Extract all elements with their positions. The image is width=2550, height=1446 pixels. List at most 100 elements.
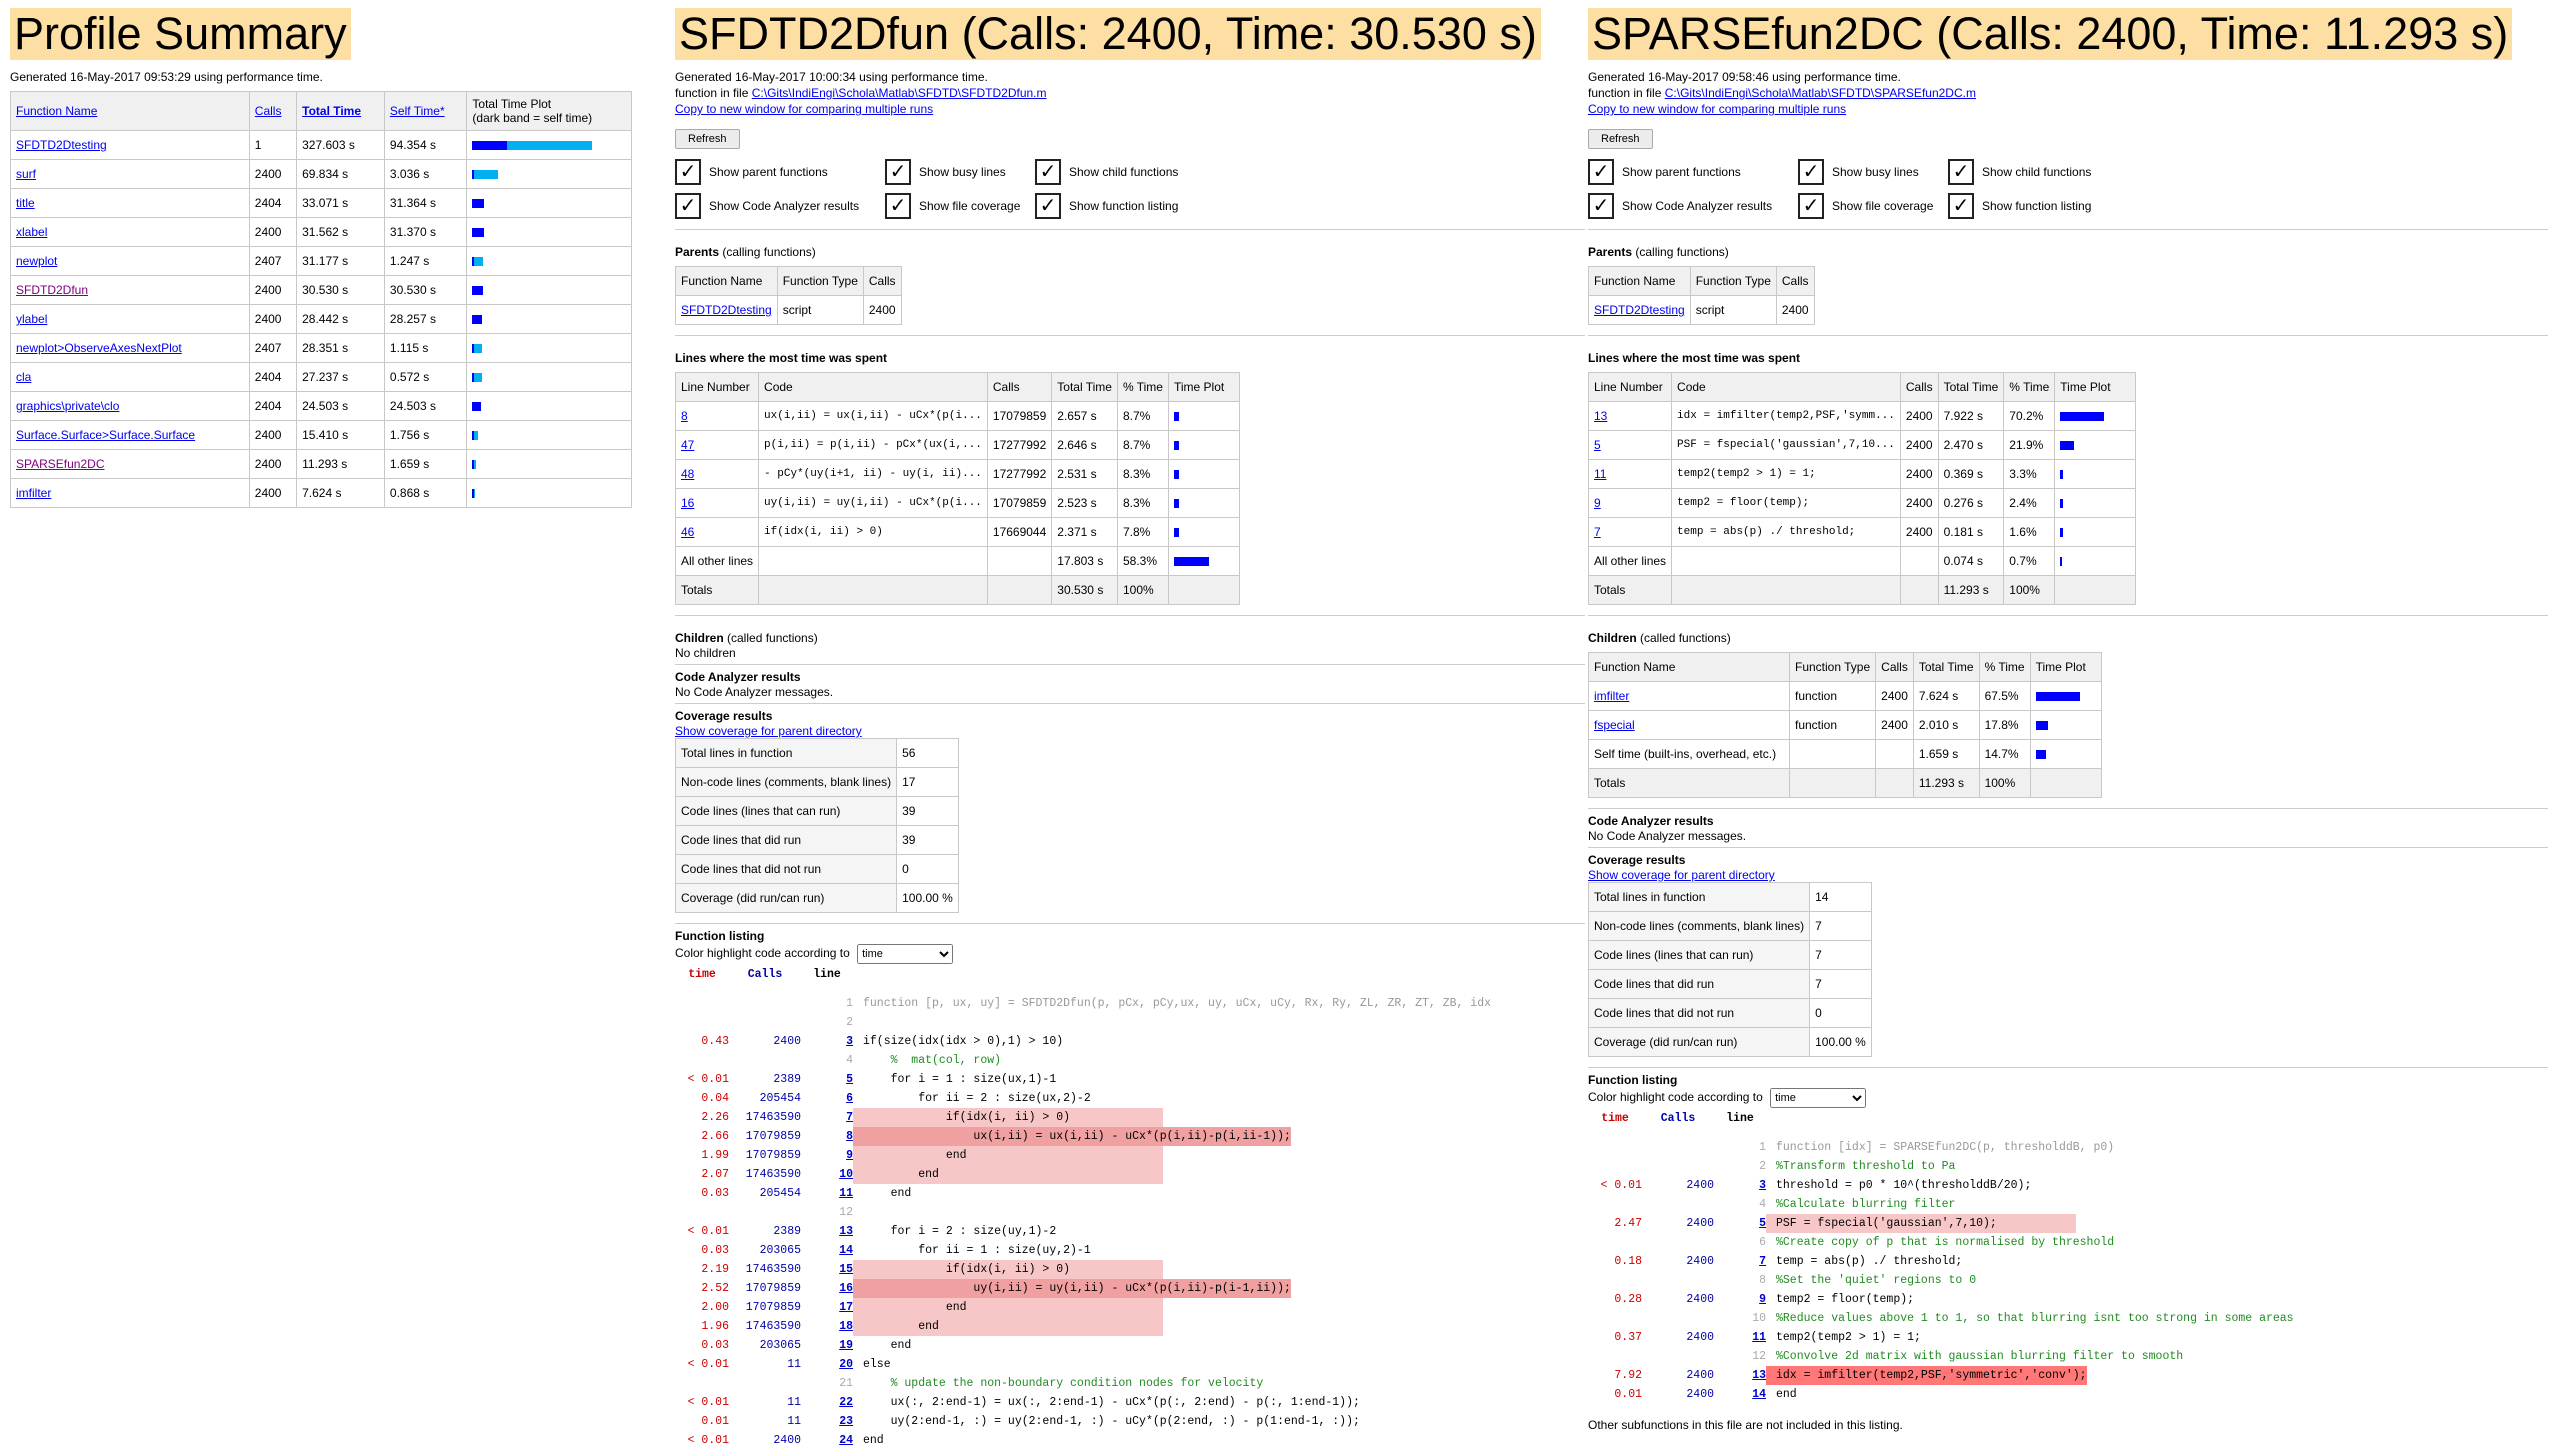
line-number[interactable]: 10 — [801, 1165, 853, 1184]
opt-parent-functions[interactable]: ✓ Show parent functions — [1588, 159, 1798, 185]
function-link[interactable]: graphics\private\clo — [16, 399, 119, 413]
opt-busy-lines[interactable]: ✓ Show busy lines — [1798, 159, 1948, 185]
line-number[interactable]: 7 — [1714, 1252, 1766, 1271]
col-function-name[interactable]: Function Name — [10, 91, 250, 131]
checkbox-icon[interactable]: ✓ — [1948, 159, 1974, 185]
function-link[interactable]: Surface.Surface>Surface.Surface — [16, 428, 195, 442]
line-number[interactable]: 11 — [1714, 1328, 1766, 1347]
line-number[interactable]: 18 — [801, 1317, 853, 1336]
opt-child-functions[interactable]: ✓ Show child functions — [1035, 159, 1225, 185]
file-link[interactable]: C:\Gits\IndiEngi\Schola\Matlab\SFDTD\SFD… — [752, 86, 1047, 100]
highlight-select[interactable]: time — [857, 944, 954, 964]
time-plot-cell — [466, 304, 632, 334]
function-link[interactable]: SFDTD2Dtesting — [16, 138, 107, 152]
checkbox-icon[interactable]: ✓ — [885, 159, 911, 185]
self-time-bar — [472, 199, 485, 209]
line-number[interactable]: 3 — [801, 1032, 853, 1051]
line-number[interactable]: 6 — [801, 1089, 853, 1108]
function-link[interactable]: title — [16, 196, 35, 210]
code-analyzer-msg: No Code Analyzer messages. — [675, 685, 834, 699]
line-link[interactable]: 8 — [681, 409, 688, 423]
function-link[interactable]: newplot — [16, 254, 57, 268]
opt-busy-lines[interactable]: ✓ Show busy lines — [885, 159, 1035, 185]
refresh-button[interactable]: Refresh — [1588, 129, 1653, 149]
line-link[interactable]: 11 — [1594, 467, 1606, 481]
line-time: 0.03 — [701, 1339, 729, 1352]
refresh-button[interactable]: Refresh — [675, 129, 740, 149]
line-number[interactable]: 22 — [801, 1393, 853, 1412]
line-number[interactable]: 5 — [801, 1070, 853, 1089]
function-link[interactable]: newplot>ObserveAxesNextPlot — [16, 341, 182, 355]
function-link[interactable]: xlabel — [16, 225, 47, 239]
col-total-time[interactable]: Total Time — [296, 91, 385, 131]
checkbox-icon[interactable]: ✓ — [1035, 193, 1061, 219]
child-link[interactable]: imfilter — [1594, 689, 1629, 703]
opt-file-coverage[interactable]: ✓ Show file coverage — [1798, 193, 1948, 219]
line-number[interactable]: 13 — [1714, 1366, 1766, 1385]
function-link[interactable]: ylabel — [16, 312, 47, 326]
line-number[interactable]: 24 — [801, 1431, 853, 1446]
line-number[interactable]: 11 — [801, 1184, 853, 1203]
coverage-parent-link[interactable]: Show coverage for parent directory — [1588, 868, 1775, 882]
copy-window-link[interactable]: Copy to new window for comparing multipl… — [675, 102, 933, 116]
opt-function-listing[interactable]: ✓ Show function listing — [1948, 193, 2138, 219]
checkbox-icon[interactable]: ✓ — [1948, 193, 1974, 219]
file-link[interactable]: C:\Gits\IndiEngi\Schola\Matlab\SFDTD\SPA… — [1665, 86, 1976, 100]
function-link[interactable]: imfilter — [16, 486, 51, 500]
checkbox-icon[interactable]: ✓ — [675, 193, 701, 219]
line-link[interactable]: 48 — [681, 467, 694, 481]
line-code: for i = 2 : size(uy,1)-2 — [863, 1225, 1057, 1238]
line-number[interactable]: 23 — [801, 1412, 853, 1431]
code-analyzer-heading: Code Analyzer results — [675, 670, 801, 684]
line-number[interactable]: 7 — [801, 1108, 853, 1127]
line-link[interactable]: 13 — [1594, 409, 1607, 423]
line-number[interactable]: 19 — [801, 1336, 853, 1355]
coverage-parent-link[interactable]: Show coverage for parent directory — [675, 724, 862, 738]
checkbox-icon[interactable]: ✓ — [1035, 159, 1061, 185]
function-link[interactable]: cla — [16, 370, 31, 384]
line-link[interactable]: 7 — [1594, 525, 1601, 539]
parent-link[interactable]: SFDTD2Dtesting — [681, 303, 772, 317]
highlight-select[interactable]: time — [1770, 1088, 1867, 1108]
checkbox-icon[interactable]: ✓ — [885, 193, 911, 219]
line-number[interactable]: 3 — [1714, 1176, 1766, 1195]
line-number[interactable]: 15 — [801, 1260, 853, 1279]
checkbox-icon[interactable]: ✓ — [675, 159, 701, 185]
line-number[interactable]: 9 — [1714, 1290, 1766, 1309]
line-number[interactable]: 14 — [801, 1241, 853, 1260]
checkbox-icon[interactable]: ✓ — [1798, 193, 1824, 219]
function-link[interactable]: SPARSEfun2DC — [16, 457, 104, 471]
child-link[interactable]: fspecial — [1594, 718, 1635, 732]
line-number[interactable]: 17 — [801, 1298, 853, 1317]
parent-link[interactable]: SFDTD2Dtesting — [1594, 303, 1685, 317]
opt-child-functions[interactable]: ✓ Show child functions — [1948, 159, 2138, 185]
line-number[interactable]: 9 — [801, 1146, 853, 1165]
opt-file-coverage[interactable]: ✓ Show file coverage — [885, 193, 1035, 219]
checkbox-icon[interactable]: ✓ — [1588, 193, 1614, 219]
line-calls — [1642, 1233, 1714, 1252]
line-number[interactable]: 5 — [1714, 1214, 1766, 1233]
line-number[interactable]: 13 — [801, 1222, 853, 1241]
line-number[interactable]: 14 — [1714, 1385, 1766, 1404]
checkbox-icon[interactable]: ✓ — [1588, 159, 1614, 185]
opt-function-listing[interactable]: ✓ Show function listing — [1035, 193, 1225, 219]
col-self-time[interactable]: Self Time* — [383, 91, 468, 131]
line-number[interactable]: 20 — [801, 1355, 853, 1374]
function-link[interactable]: SFDTD2Dfun — [16, 283, 88, 297]
line-link[interactable]: 46 — [681, 525, 694, 539]
opt-parent-functions[interactable]: ✓ Show parent functions — [675, 159, 885, 185]
line-time: 2.00 — [701, 1301, 729, 1314]
col-calls[interactable]: Calls — [248, 91, 298, 131]
checkbox-icon[interactable]: ✓ — [1798, 159, 1824, 185]
line-link[interactable]: 16 — [681, 496, 694, 510]
line-link[interactable]: 47 — [681, 438, 694, 452]
total-time-bar — [507, 141, 593, 151]
line-number[interactable]: 16 — [801, 1279, 853, 1298]
line-link[interactable]: 5 — [1594, 438, 1601, 452]
opt-code-analyzer[interactable]: ✓ Show Code Analyzer results — [1588, 193, 1798, 219]
line-link[interactable]: 9 — [1594, 496, 1601, 510]
opt-code-analyzer[interactable]: ✓ Show Code Analyzer results — [675, 193, 885, 219]
copy-window-link[interactable]: Copy to new window for comparing multipl… — [1588, 102, 1846, 116]
line-number[interactable]: 8 — [801, 1127, 853, 1146]
function-link[interactable]: surf — [16, 167, 36, 181]
